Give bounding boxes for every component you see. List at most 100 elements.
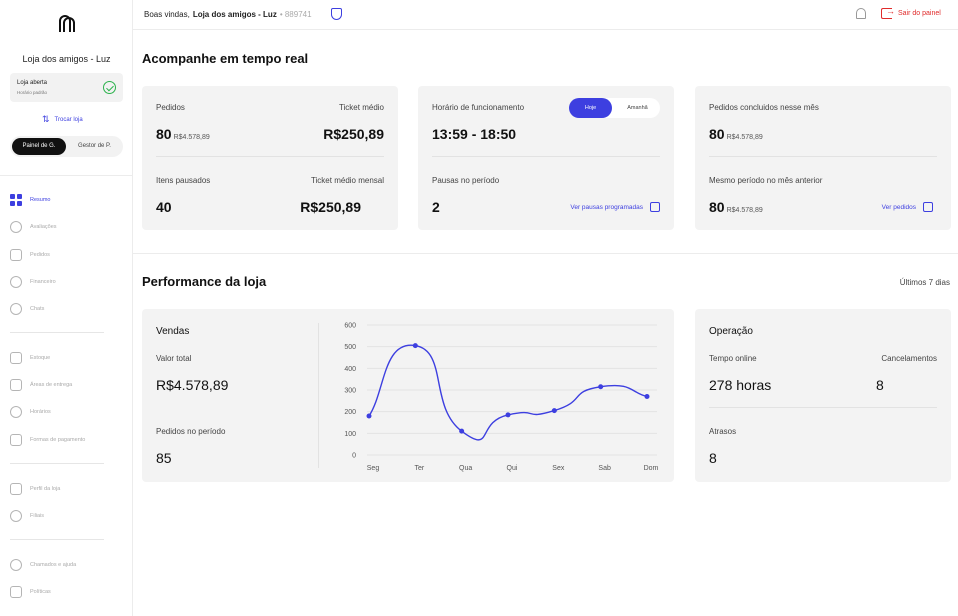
hours-card: Horário de funcionamento Hoje Amanhã 13:… bbox=[418, 86, 674, 230]
sidebar-item-label: Áreas de entrega bbox=[30, 382, 73, 388]
period-orders-value: 85 bbox=[156, 450, 172, 466]
sales-data-point[interactable] bbox=[505, 412, 511, 418]
performance-title: Performance da loja bbox=[142, 274, 267, 289]
x-tick-label: Dom bbox=[644, 465, 659, 472]
hours-value: 13:59 - 18:50 bbox=[432, 126, 517, 142]
x-tick-label: Qui bbox=[507, 465, 518, 472]
welcome-store-name: Loja dos amigos - Luz bbox=[192, 10, 277, 19]
toggle-order-manager[interactable]: Gestor de P. bbox=[68, 138, 121, 155]
external-link-icon bbox=[923, 202, 933, 212]
sales-card: Vendas Valor total R$4.578,89 Pedidos no… bbox=[142, 309, 674, 482]
sales-data-point[interactable] bbox=[644, 394, 650, 399]
sidebar-item-pedidos[interactable]: Pedidos bbox=[10, 248, 50, 262]
period-label: Últimos 7 dias bbox=[899, 278, 950, 287]
store-status-box[interactable]: Loja aberta Horário padrão bbox=[10, 73, 123, 102]
switch-store-link[interactable]: ⇅ Trocar loja bbox=[42, 114, 83, 125]
sales-data-point[interactable] bbox=[366, 413, 372, 419]
card-divider bbox=[709, 156, 937, 157]
profile-icon bbox=[10, 483, 22, 495]
sidebar-item-estoque[interactable]: Estoque bbox=[10, 351, 50, 365]
orders-label: Pedidos bbox=[156, 103, 185, 112]
x-tick-label: Sab bbox=[598, 465, 611, 472]
grid-icon bbox=[10, 194, 22, 206]
y-tick-label: 300 bbox=[344, 388, 356, 395]
day-toggle: Hoje Amanhã bbox=[569, 98, 660, 118]
orders-card: Pedidos 80 R$4.578,89 Ticket médio R$250,… bbox=[142, 86, 398, 230]
x-tick-label: Seg bbox=[367, 465, 380, 472]
orders-value: 80 R$4.578,89 bbox=[156, 126, 210, 142]
online-time-label: Tempo online bbox=[709, 354, 757, 363]
sidebar-item-label: Filiais bbox=[30, 513, 45, 519]
shield-icon[interactable] bbox=[331, 8, 342, 20]
completed-orders-amount: R$4.578,89 bbox=[726, 134, 763, 141]
clock-icon bbox=[10, 406, 22, 418]
previous-period-value: 80 R$4.578,89 bbox=[709, 199, 763, 215]
sales-data-point[interactable] bbox=[551, 408, 557, 414]
scheduled-pauses-link[interactable]: Ver pausas programadas bbox=[570, 202, 660, 212]
sidebar-divider bbox=[10, 463, 104, 464]
y-tick-label: 600 bbox=[344, 323, 356, 330]
stock-icon bbox=[10, 352, 22, 364]
sidebar-item-label: Formas de pagamento bbox=[30, 437, 86, 443]
completed-orders-value: 80 R$4.578,89 bbox=[709, 126, 763, 142]
completed-orders-label: Pedidos concluidos nesse mês bbox=[709, 103, 819, 112]
delays-label: Atrasos bbox=[709, 427, 737, 436]
avg-ticket-value: R$250,89 bbox=[323, 126, 384, 142]
y-tick-label: 0 bbox=[352, 453, 356, 460]
online-time-value: 278 horas bbox=[709, 377, 772, 393]
policies-icon bbox=[10, 586, 22, 598]
sidebar-divider bbox=[10, 539, 104, 540]
avg-ticket-label: Ticket médio bbox=[338, 103, 384, 112]
map-icon bbox=[10, 379, 22, 391]
branches-icon bbox=[10, 510, 22, 522]
welcome-text: Boas vindas, Loja dos amigos - Luz • 889… bbox=[144, 10, 312, 19]
pauses-label: Pausas no período bbox=[432, 176, 500, 185]
sidebar-item-horarios[interactable]: Horários bbox=[10, 405, 51, 419]
sidebar-item-politicas[interactable]: Políticas bbox=[10, 585, 51, 599]
sidebar-item-perfil[interactable]: Perfil da loja bbox=[10, 482, 60, 496]
sidebar-item-label: Estoque bbox=[30, 355, 51, 361]
y-tick-label: 500 bbox=[344, 344, 356, 351]
sidebar-store-name: Loja dos amigos - Luz bbox=[22, 54, 111, 64]
bell-icon[interactable] bbox=[856, 8, 866, 19]
sales-data-point[interactable] bbox=[412, 343, 418, 349]
sales-data-point[interactable] bbox=[598, 384, 604, 390]
sidebar-item-areas-entrega[interactable]: Áreas de entrega bbox=[10, 378, 72, 392]
toggle-panel-manager[interactable]: Painel de G. bbox=[12, 138, 66, 155]
y-tick-label: 100 bbox=[344, 431, 356, 438]
toggle-tomorrow[interactable]: Amanhã bbox=[615, 98, 660, 118]
sales-data-point[interactable] bbox=[459, 428, 465, 434]
toggle-today[interactable]: Hoje bbox=[569, 98, 612, 118]
store-id: • 889741 bbox=[279, 10, 312, 19]
sidebar-item-avaliacoes[interactable]: Avaliações bbox=[10, 220, 57, 234]
cancellations-value: 8 bbox=[876, 377, 884, 393]
store-status-subtitle: Horário padrão bbox=[17, 90, 48, 95]
logout-label: Sair do painel bbox=[898, 10, 941, 17]
sidebar-item-resumo[interactable]: Resumo bbox=[10, 193, 50, 207]
sales-series-line bbox=[368, 344, 648, 441]
view-orders-link[interactable]: Ver pedidos bbox=[882, 202, 933, 212]
logout-button[interactable]: Sair do painel bbox=[881, 6, 941, 19]
realtime-title: Acompanhe em tempo real bbox=[142, 51, 309, 66]
sidebar-divider bbox=[10, 332, 104, 333]
sidebar-item-label: Perfil da loja bbox=[30, 486, 61, 492]
sidebar-item-formas-pagamento[interactable]: Formas de pagamento bbox=[10, 433, 85, 447]
sidebar-item-label: Chats bbox=[30, 306, 45, 312]
sidebar-item-chamados[interactable]: Chamados e ajuda bbox=[10, 558, 76, 572]
monthly-ticket-value: R$250,89 bbox=[300, 199, 361, 215]
total-value-label: Valor total bbox=[156, 354, 192, 363]
total-value: R$4.578,89 bbox=[156, 377, 229, 393]
card-icon bbox=[10, 434, 22, 446]
orders-amount: R$4.578,89 bbox=[173, 134, 210, 141]
sidebar-item-chats[interactable]: Chats bbox=[10, 302, 44, 316]
paused-items-value: 40 bbox=[156, 199, 172, 215]
pauses-value: 2 bbox=[432, 199, 440, 215]
help-icon bbox=[10, 559, 22, 571]
sidebar-item-filiais[interactable]: Filiais bbox=[10, 509, 44, 523]
topbar: Boas vindas, Loja dos amigos - Luz • 889… bbox=[133, 0, 958, 30]
y-tick-label: 200 bbox=[344, 409, 356, 416]
orders-icon bbox=[10, 249, 22, 261]
sidebar-item-financeiro[interactable]: Financeiro bbox=[10, 275, 56, 289]
y-tick-label: 400 bbox=[344, 366, 356, 373]
logout-icon bbox=[881, 6, 895, 19]
